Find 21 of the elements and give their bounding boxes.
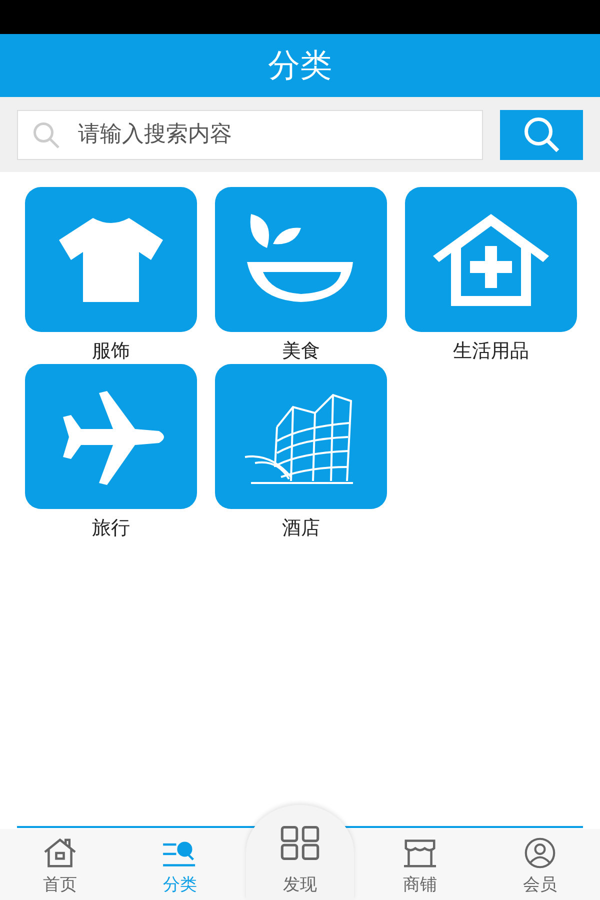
- search-button[interactable]: [500, 110, 583, 160]
- page-title: 分类: [268, 44, 332, 86]
- category-label: 服饰: [92, 339, 130, 364]
- tab-item[interactable]: 发现: [246, 805, 354, 900]
- category-tile[interactable]: [25, 364, 197, 509]
- tab-item[interactable]: 商铺: [360, 829, 480, 900]
- category-tile[interactable]: [215, 364, 387, 509]
- category-tile[interactable]: [405, 187, 577, 332]
- tab-item[interactable]: 会员: [480, 829, 600, 900]
- category-label: 美食: [282, 339, 320, 364]
- grid-icon: [279, 823, 321, 863]
- category-tile[interactable]: [25, 187, 197, 332]
- category-tile[interactable]: [215, 187, 387, 332]
- search-field[interactable]: 请输入搜索内容: [17, 110, 483, 160]
- category-label: 生活用品: [453, 339, 529, 364]
- category-label: 旅行: [92, 516, 130, 541]
- tab-item[interactable]: 首页: [0, 829, 120, 900]
- tab-item[interactable]: 分类: [120, 829, 240, 900]
- search-icon: [31, 120, 61, 150]
- shop-icon: [401, 837, 439, 869]
- category-label: 酒店: [282, 516, 320, 541]
